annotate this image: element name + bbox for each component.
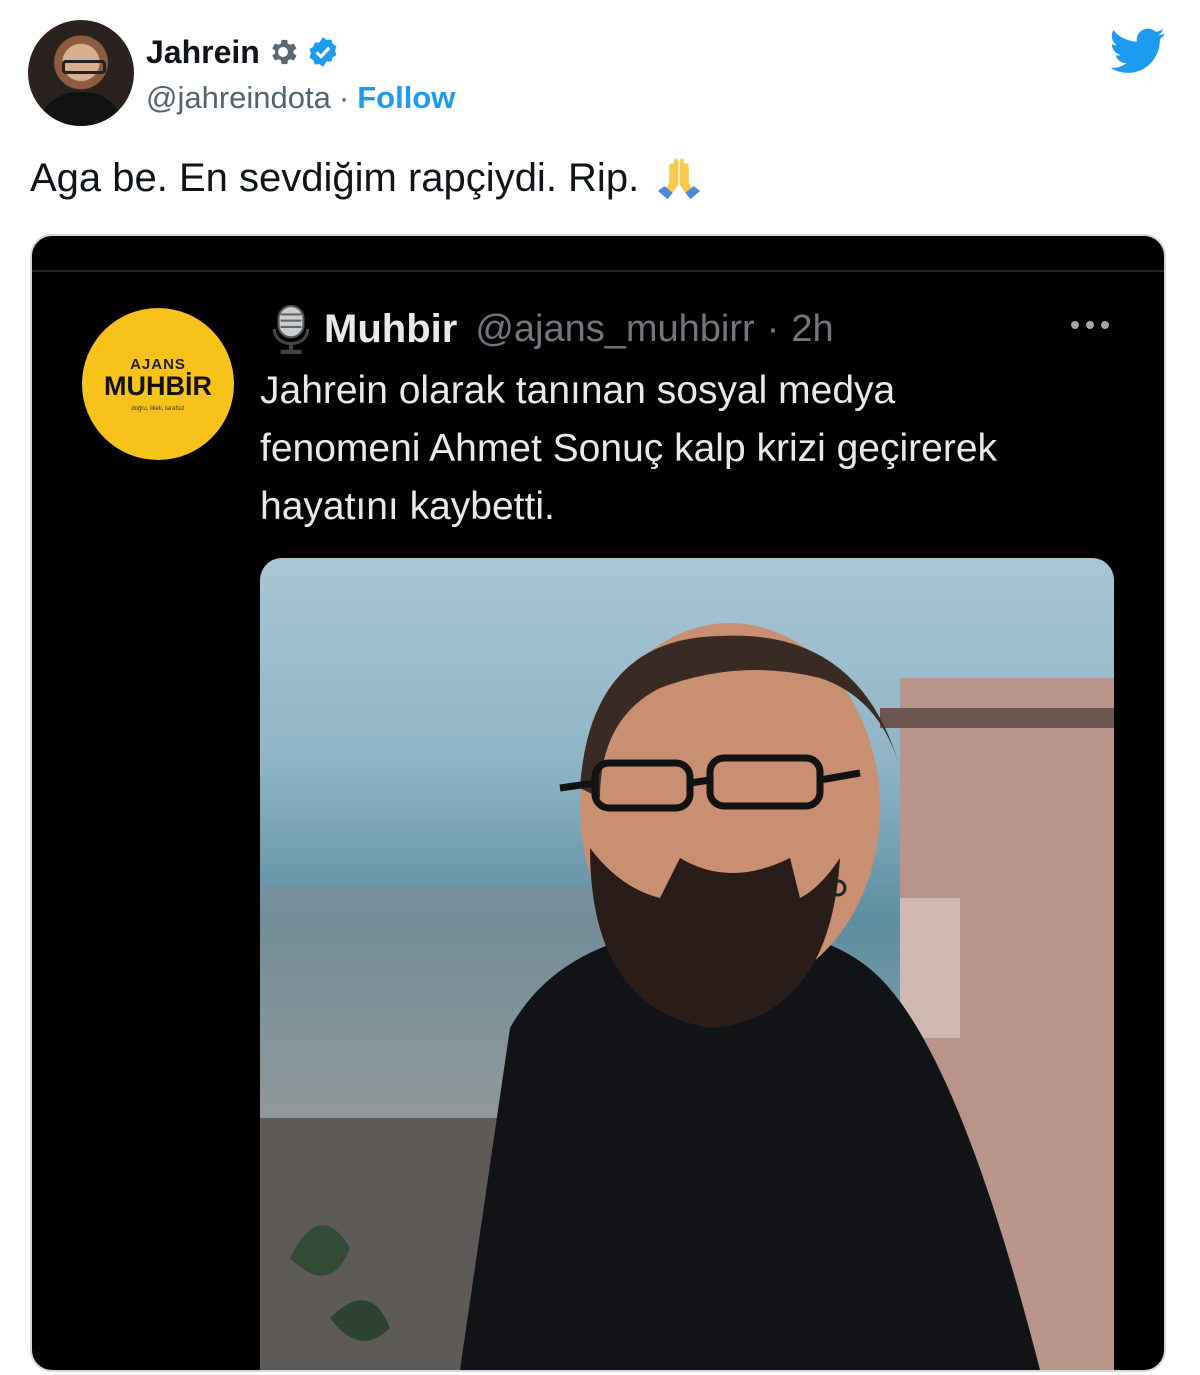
avatar-shirt [36, 92, 126, 126]
twitter-bird-icon[interactable] [1110, 28, 1166, 74]
tweet-text: Aga be. En sevdiğim rapçiydi. Rip. [30, 152, 705, 204]
more-options-icon[interactable] [1068, 318, 1112, 332]
quoted-tweet-photo[interactable] [260, 558, 1114, 1370]
quoted-separator-dot: · [766, 307, 780, 350]
verified-icon [309, 37, 337, 67]
author-display-name[interactable]: Jahrein [146, 34, 260, 71]
author-handle[interactable]: @jahreindota [146, 80, 331, 116]
quoted-tweet-card[interactable]: AJANS MUHBİR doğru, ilkeli, tarafsız Muh… [30, 234, 1166, 1372]
author-avatar[interactable] [28, 20, 134, 126]
quoted-display-name[interactable]: Muhbir [324, 307, 457, 352]
folded-hands-icon [658, 158, 701, 200]
quoted-timestamp[interactable]: 2h [791, 308, 833, 351]
card-divider [32, 270, 1164, 272]
quoted-avatar-logo[interactable]: AJANS MUHBİR doğru, ilkeli, tarafsız [82, 308, 234, 460]
author-handle-row: @jahreindota · Follow [146, 78, 455, 118]
logo-muhbir-text: MUHBİR [104, 371, 212, 401]
quoted-name-row: Muhbir @ajans_muhbirr · 2h [270, 302, 834, 356]
quoted-handle[interactable]: @ajans_muhbirr [475, 308, 754, 351]
follow-button[interactable]: Follow [357, 80, 455, 116]
tweet-body: Aga be. En sevdiğim rapçiydi. Rip. [30, 155, 640, 200]
author-name-row: Jahrein [146, 30, 340, 74]
separator-dot: · [338, 80, 350, 115]
avatar-glasses [62, 60, 106, 74]
logo-tagline: doğru, ilkeli, tarafsız [131, 406, 185, 412]
tweet-header: Jahrein @jahreindota · Follow [28, 20, 1172, 130]
gear-icon [272, 39, 297, 65]
quoted-tweet-text: Jahrein olarak tanınan sosyal medya feno… [260, 369, 998, 528]
microphone-icon [272, 305, 310, 354]
photo-illustration [260, 623, 1114, 1370]
